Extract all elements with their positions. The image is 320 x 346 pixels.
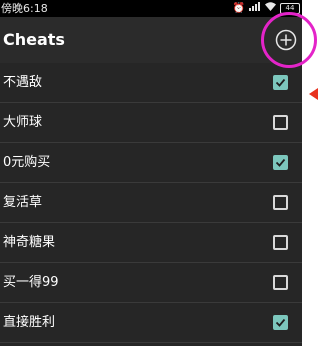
alarm-icon: ⏰ [232, 3, 245, 14]
checkmark-icon [275, 78, 286, 87]
signal-icon [249, 0, 261, 17]
cheat-label: 买一得99 [3, 275, 59, 290]
cheat-row[interactable]: 大师球 [0, 103, 302, 143]
cheat-checkbox[interactable] [273, 275, 288, 290]
cheat-checkbox[interactable] [273, 155, 288, 170]
cheat-row[interactable]: 复活草 [0, 183, 302, 223]
checkmark-icon [275, 318, 286, 327]
cheat-checkbox[interactable] [273, 115, 288, 130]
cheat-label: 复活草 [3, 195, 43, 210]
wifi-icon [265, 0, 276, 17]
cheat-row[interactable]: 直接胜利 [0, 303, 302, 343]
page-title: Cheats [3, 30, 65, 49]
cheat-checkbox[interactable] [273, 315, 288, 330]
status-bar: 傍晚6:18 ⏰ 44 [0, 0, 302, 17]
app-bar: Cheats [0, 17, 302, 63]
cheat-checkbox[interactable] [273, 235, 288, 250]
battery-level: 44 [285, 4, 295, 12]
annotation-arrow-icon [309, 88, 318, 100]
cheat-label: 大师球 [3, 115, 43, 130]
cheat-checkbox[interactable] [273, 75, 288, 90]
status-time: 傍晚6:18 [1, 2, 48, 15]
cheat-row[interactable]: 神奇糖果 [0, 223, 302, 263]
checkmark-icon [275, 158, 286, 167]
cheat-label: 神奇糖果 [3, 235, 56, 250]
cheat-list: 不遇敌 大师球 0元购买 复活草 神奇糖果 买一得99 直接胜利 [0, 63, 302, 343]
cheat-label: 不遇敌 [3, 75, 43, 90]
cheat-checkbox[interactable] [273, 195, 288, 210]
phone-screen: 傍晚6:18 ⏰ 44 Cheats 不遇敌 大师球 0元购买 复活草 神奇糖果… [0, 0, 302, 346]
cheat-row[interactable]: 买一得99 [0, 263, 302, 303]
annotation-highlight-ring [261, 12, 317, 68]
cheat-label: 直接胜利 [3, 315, 56, 330]
cheat-label: 0元购买 [3, 155, 51, 170]
cheat-row[interactable]: 不遇敌 [0, 63, 302, 103]
cheat-row[interactable]: 0元购买 [0, 143, 302, 183]
